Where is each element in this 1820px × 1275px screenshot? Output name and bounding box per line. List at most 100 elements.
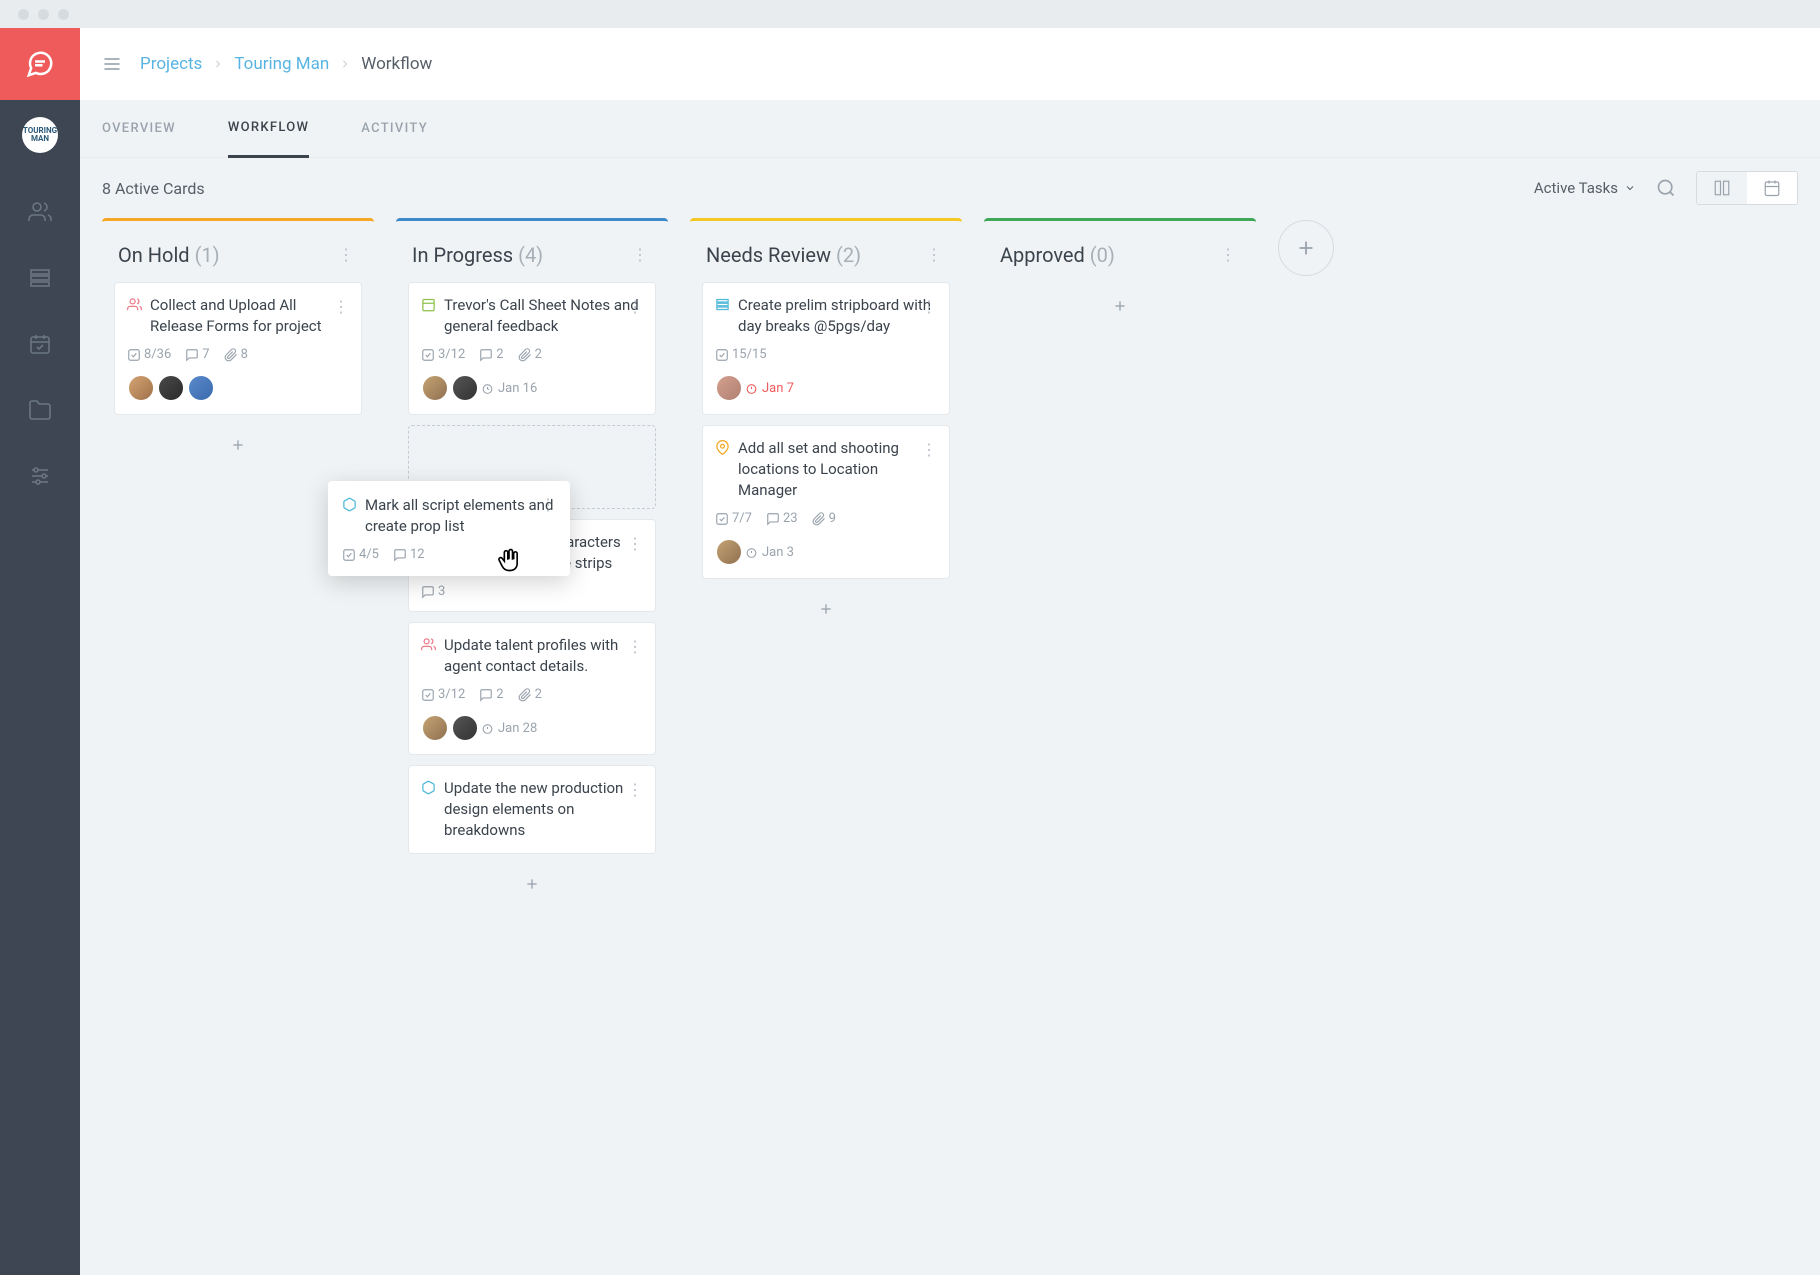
card-menu-button[interactable]: ⋮ [623,776,647,803]
avatar [715,538,743,566]
avatar [127,374,155,402]
people-icon [421,637,436,652]
brand-tile[interactable] [0,28,80,100]
column-menu-button[interactable]: ⋮ [628,241,652,268]
column-count: (2) [836,243,861,267]
task-card[interactable]: ⋮ Update talent profiles with agent cont… [408,622,656,755]
task-card[interactable]: ⋮ Create prelim stripboard with day brea… [702,282,950,415]
toolbar: 8 Active Cards Active Tasks [80,158,1820,218]
card-menu-button[interactable]: ⋮ [917,436,941,463]
add-card-button[interactable] [114,425,362,465]
comment-icon [766,512,780,526]
pin-icon [715,440,730,455]
card-title: Collect and Upload All Release Forms for… [150,295,349,337]
add-card-button[interactable] [408,864,656,904]
comment-icon [185,348,199,362]
paperclip-icon [812,512,826,526]
card-menu-button[interactable]: ⋮ [623,633,647,660]
column-count: (1) [195,243,220,267]
plus-icon [230,437,246,453]
column-title: In Progress [412,243,513,267]
paperclip-icon [224,348,238,362]
plus-icon [524,876,540,892]
checklist-icon [715,512,729,526]
search-icon[interactable] [1656,178,1676,198]
dragging-card[interactable]: ⋮ Mark all script elements and create pr… [328,481,570,576]
menu-icon[interactable] [102,54,122,74]
project-logo-text: TOURING MAN [22,127,58,143]
plus-icon [1295,237,1317,259]
project-logo[interactable]: TOURING MAN [0,100,80,170]
column-needs-review: Needs Review (2) ⋮ ⋮ Create prelim strip… [690,218,962,639]
checklist-icon [342,548,356,562]
column-count: (0) [1090,243,1115,267]
avatar [421,374,449,402]
chevron-down-icon [1624,182,1636,194]
card-title: Create prelim stripboard with day breaks… [738,295,937,337]
due-date-overdue: Jan 7 [745,381,794,396]
paperclip-icon [518,688,532,702]
breadcrumb-page: Workflow [361,54,432,74]
header: Projects Touring Man Workflow [80,28,1820,100]
chat-icon [25,49,55,79]
task-card[interactable]: ⋮ Trevor's Call Sheet Notes and general … [408,282,656,415]
checklist-icon [127,348,141,362]
breadcrumb-project[interactable]: Touring Man [234,54,329,74]
column-approved: Approved (0) ⋮ [984,218,1256,336]
avatar [187,374,215,402]
tab-overview[interactable]: OVERVIEW [102,100,176,158]
box-icon [342,497,357,512]
comment-icon [479,688,493,702]
checklist-icon [421,688,435,702]
clock-icon [745,546,758,559]
task-card[interactable]: ⋮ Add all set and shooting locations to … [702,425,950,579]
view-toggle [1696,171,1798,205]
card-menu-button[interactable]: ⋮ [329,293,353,320]
column-title: Needs Review [706,243,831,267]
avatar [451,714,479,742]
sliders-icon[interactable] [28,464,52,488]
board-view-button[interactable] [1697,172,1747,204]
avatar [451,374,479,402]
clock-icon [745,382,758,395]
tab-activity[interactable]: ACTIVITY [361,100,428,158]
column-title: On Hold [118,243,190,267]
active-cards-count: 8 Active Cards [102,179,205,198]
folder-icon[interactable] [28,398,52,422]
tab-workflow[interactable]: WORKFLOW [228,100,309,158]
plus-icon [818,601,834,617]
task-card[interactable]: ⋮ Collect and Upload All Release Forms f… [114,282,362,415]
breadcrumb-root[interactable]: Projects [140,54,202,74]
card-menu-button[interactable]: ⋮ [536,491,560,518]
add-card-button[interactable] [702,589,950,629]
chevron-right-icon [212,58,224,70]
calendar-view-button[interactable] [1747,172,1797,204]
card-menu-button[interactable]: ⋮ [623,530,647,557]
column-menu-button[interactable]: ⋮ [922,241,946,268]
add-column-button[interactable] [1278,220,1334,276]
filter-dropdown[interactable]: Active Tasks [1534,179,1636,197]
breadcrumb: Projects Touring Man Workflow [140,54,432,74]
card-title: Update talent profiles with agent contac… [444,635,643,677]
clock-icon [481,382,494,395]
calendar-icon [421,297,436,312]
plus-icon [1112,298,1128,314]
card-title: Trevor's Call Sheet Notes and general fe… [444,295,643,337]
due-date: Jan 28 [481,721,537,736]
add-card-button[interactable] [996,286,1244,326]
list-icon[interactable] [28,266,52,290]
column-menu-button[interactable]: ⋮ [1216,241,1240,268]
clock-icon [481,722,494,735]
card-menu-button[interactable]: ⋮ [623,293,647,320]
card-menu-button[interactable]: ⋮ [917,293,941,320]
people-icon[interactable] [28,200,52,224]
task-card[interactable]: ⋮ Update the new production design eleme… [408,765,656,854]
checklist-icon [715,348,729,362]
comment-icon [393,548,407,562]
kanban-board: On Hold (1) ⋮ ⋮ Collect and Upload All R… [80,218,1820,1275]
box-icon [421,780,436,795]
column-menu-button[interactable]: ⋮ [334,241,358,268]
column-title: Approved [1000,243,1085,267]
calendar-check-icon[interactable] [28,332,52,356]
avatar [157,374,185,402]
